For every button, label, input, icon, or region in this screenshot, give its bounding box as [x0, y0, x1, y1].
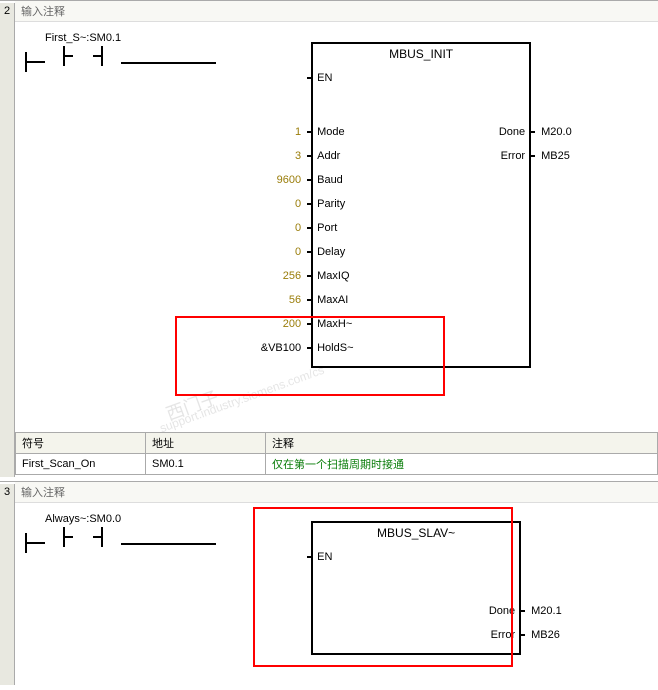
in-mode-label: Mode — [313, 126, 363, 138]
watermark: support.industry.siemens.com/cs — [158, 363, 326, 436]
segment-number-gutter: 2 — [0, 3, 15, 477]
in-addr-label: Addr — [313, 150, 363, 162]
sym-h-symbol: 符号 — [16, 433, 146, 454]
fb-title: MBUS_INIT — [313, 44, 529, 64]
in-holds-val[interactable]: &VB100 — [212, 342, 307, 354]
in-delay-label: Delay — [313, 246, 363, 258]
in-parity-val[interactable]: 0 — [212, 198, 307, 210]
out-done-label: Done — [487, 126, 529, 138]
in-maxiq-label: MaxIQ — [313, 270, 363, 282]
contact-label: Always~:SM0.0 — [45, 513, 121, 525]
segment-number: 3 — [0, 484, 14, 498]
in-addr-val[interactable]: 3 — [212, 150, 307, 162]
comment-bar[interactable]: 输入注释 — [15, 1, 658, 22]
in-parity-label: Parity — [313, 198, 363, 210]
fb-en-label: EN — [313, 72, 363, 84]
in-holds-label: HoldS~ — [313, 342, 363, 354]
segment-number: 2 — [0, 3, 14, 17]
in-mode-val[interactable]: 1 — [212, 126, 307, 138]
sym-h-comment: 注释 — [266, 433, 658, 454]
sym-comment: 仅在第一个扫描周期时接通 — [266, 454, 658, 475]
in-delay-val[interactable]: 0 — [212, 246, 307, 258]
out-error-label: Error — [477, 629, 519, 641]
symbol-row[interactable]: First_Scan_On SM0.1 仅在第一个扫描周期时接通 — [16, 454, 658, 475]
sym-addr: SM0.1 — [146, 454, 266, 475]
fb-en-label: EN — [313, 551, 363, 563]
in-baud-val[interactable]: 9600 — [212, 174, 307, 186]
out-done-label: Done — [477, 605, 519, 617]
in-port-val[interactable]: 0 — [212, 222, 307, 234]
out-error-label: Error — [487, 150, 529, 162]
in-maxh-val[interactable]: 200 — [212, 318, 307, 330]
in-port-label: Port — [313, 222, 363, 234]
sym-h-addr: 地址 — [146, 433, 266, 454]
comment-bar[interactable]: 输入注释 — [15, 482, 658, 503]
out-error-val[interactable]: MB25 — [535, 150, 595, 162]
out-done-val[interactable]: M20.0 — [535, 126, 595, 138]
mbus-slave-block[interactable]: MBUS_SLAV~ EN Done M20.1 — [216, 521, 521, 655]
in-maxai-label: MaxAI — [313, 294, 363, 306]
sym-name: First_Scan_On — [16, 454, 146, 475]
ladder-area[interactable]: Always~:SM0.0 MBUS_SLAV~ — [15, 503, 658, 683]
segment-2: 2 输入注释 找答案 西门子 support.industry.siemens.… — [0, 0, 658, 475]
fb-title: MBUS_SLAV~ — [313, 523, 519, 543]
contact-first-scan[interactable]: First_S~:SM0.1 — [45, 32, 121, 66]
in-maxh-label: MaxH~ — [313, 318, 363, 330]
symbol-table[interactable]: 符号 地址 注释 First_Scan_On SM0.1 仅在第一个扫描周期时接… — [15, 432, 658, 475]
contact-label: First_S~:SM0.1 — [45, 32, 121, 44]
mbus-init-block[interactable]: MBUS_INIT EN 1 — [216, 42, 531, 368]
in-maxai-val[interactable]: 56 — [212, 294, 307, 306]
out-error-val[interactable]: MB26 — [525, 629, 585, 641]
watermark: 西门子 — [162, 384, 222, 427]
segment-3: 3 输入注释 Always~:SM0.0 — [0, 481, 658, 683]
segment-number-gutter: 3 — [0, 484, 15, 685]
out-done-val[interactable]: M20.1 — [525, 605, 585, 617]
ladder-area[interactable]: 找答案 西门子 support.industry.siemens.com/cs … — [15, 22, 658, 402]
in-baud-label: Baud — [313, 174, 363, 186]
in-maxiq-val[interactable]: 256 — [212, 270, 307, 282]
contact-always-on[interactable]: Always~:SM0.0 — [45, 513, 121, 547]
